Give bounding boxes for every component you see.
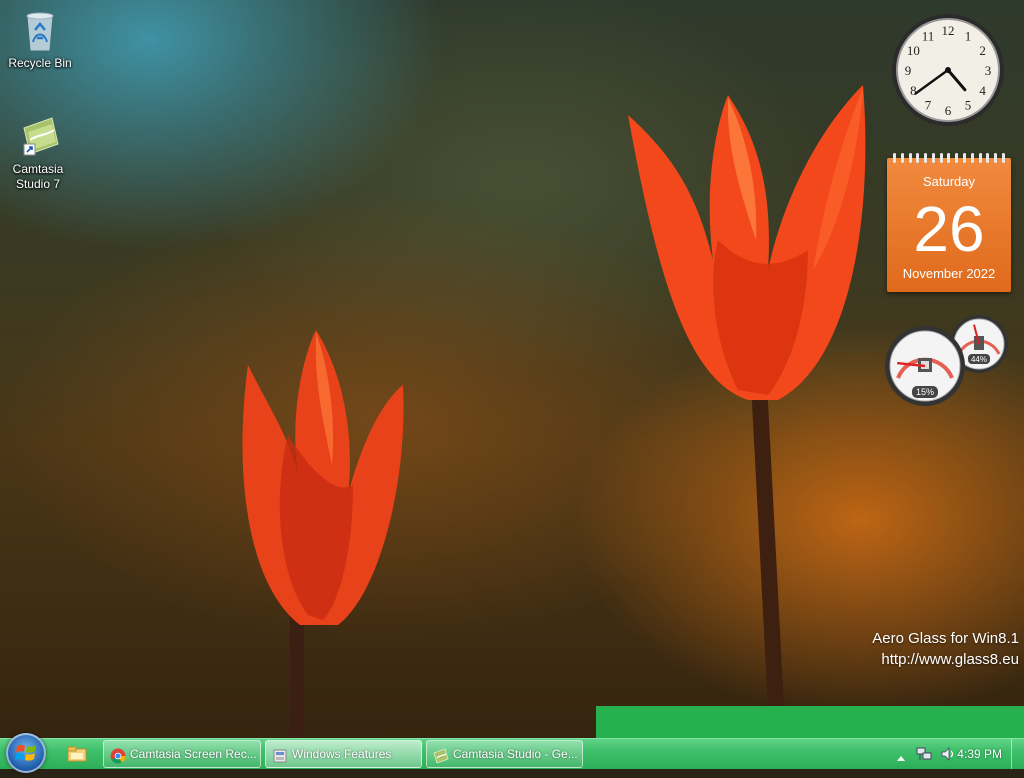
desktop-icon-recycle-bin[interactable]: Recycle Bin (4, 8, 76, 71)
windows-features-icon (272, 747, 288, 763)
start-orb-icon (15, 744, 36, 761)
calendar-day-name: Saturday (922, 174, 976, 189)
calendar-gadget[interactable]: Saturday 26 November 2022 (887, 153, 1011, 292)
desktop-wallpaper: Recycle Bin Camtasia Studio 7 12 1 2 3 4 5 6 7 8… (0, 0, 1024, 740)
clock-numeral: 12 (942, 23, 955, 38)
notification-area: 4:39 PM (872, 739, 1024, 769)
clock-numeral: 3 (985, 63, 992, 78)
start-button[interactable] (6, 733, 46, 773)
clock-numeral: 5 (965, 98, 972, 113)
cpu-gauge: 15% (885, 326, 965, 406)
clock-numeral: 4 (979, 83, 986, 98)
task-label: Windows Features (292, 747, 392, 761)
taskbar-clock[interactable]: 4:39 PM (957, 739, 1002, 769)
calendar-rings (893, 153, 1005, 163)
wallpaper-tulip-left (242, 330, 404, 625)
clock-gadget[interactable]: 12 1 2 3 4 5 6 7 8 9 10 11 (890, 12, 1006, 128)
windows-explorer-pinned-button[interactable] (64, 743, 90, 765)
clock-numeral: 6 (945, 103, 952, 118)
cpu-meter-gadget[interactable]: 44% 15% (884, 314, 1014, 410)
task-label: Camtasia Screen Rec... (130, 747, 257, 761)
show-hidden-icons-arrow[interactable] (896, 749, 906, 767)
desktop-icon-camtasia[interactable]: Camtasia Studio 7 (2, 114, 74, 192)
clock-numeral: 1 (965, 28, 972, 43)
wallpaper-tulip-right (628, 85, 866, 400)
clock-numeral: 2 (979, 43, 986, 58)
task-label: Camtasia Studio - Ge... (453, 747, 578, 761)
wallpaper-stem-right (751, 389, 785, 721)
desktop-icon-label: Camtasia Studio 7 (12, 162, 64, 191)
clock-numeral: 11 (922, 28, 935, 43)
show-desktop-button[interactable] (1011, 739, 1024, 769)
watermark-line-2: http://www.glass8.eu (881, 651, 1019, 668)
taskbar: Camtasia Screen Rec... Windows Features … (0, 733, 1024, 773)
windows-explorer-icon (67, 746, 87, 762)
volume-icon[interactable] (940, 746, 956, 767)
aero-glass-watermark: Aero Glass for Win8.1 http://www.glass8.… (872, 628, 1019, 670)
camtasia-icon (18, 114, 59, 158)
green-overlay-block (596, 706, 1024, 740)
calendar-month-year: November 2022 (902, 266, 996, 281)
calendar-day-number: 26 (913, 193, 985, 265)
taskbar-button-camtasia-studio[interactable]: Camtasia Studio - Ge... (426, 740, 583, 768)
recycle-bin-icon (20, 8, 60, 52)
clock-numeral: 9 (905, 63, 912, 78)
clock-numeral: 7 (925, 98, 932, 113)
cpu-value: 15% (916, 387, 934, 397)
chrome-icon (110, 747, 126, 764)
taskbar-button-windows-features[interactable]: Windows Features (265, 740, 422, 768)
camtasia-icon (433, 747, 449, 764)
watermark-line-1: Aero Glass for Win8.1 (872, 630, 1019, 647)
clock-numeral: 10 (907, 43, 920, 58)
memory-value: 44% (971, 355, 987, 364)
network-icon[interactable] (916, 746, 932, 767)
clock-numeral: 8 (910, 83, 917, 98)
taskbar-button-camtasia-recorder[interactable]: Camtasia Screen Rec... (103, 740, 261, 768)
desktop-icon-label: Recycle Bin (8, 56, 72, 70)
